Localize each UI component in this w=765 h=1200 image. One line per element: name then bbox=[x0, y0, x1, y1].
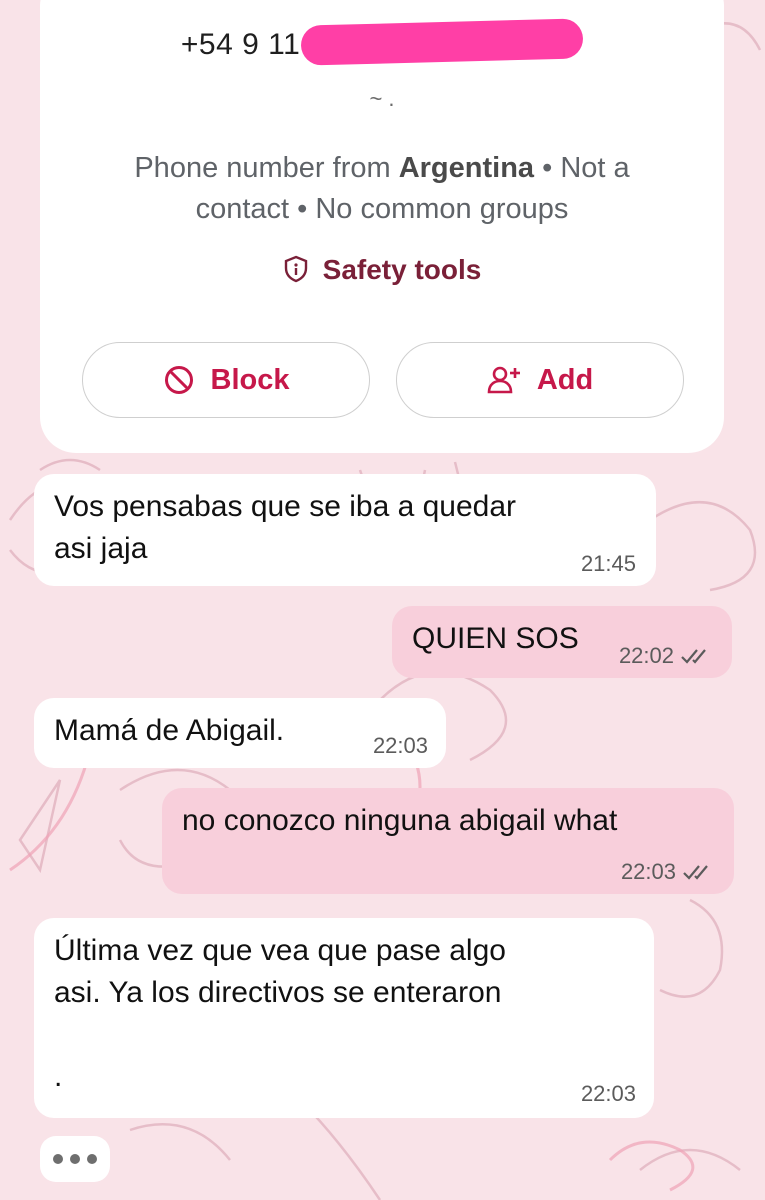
message-bubble-incoming[interactable]: Vos pensabas que se iba a quedar asi jaj… bbox=[34, 474, 656, 586]
country-name: Argentina bbox=[398, 152, 535, 184]
contact-info-text: Phone number from Argentina • Not a cont… bbox=[100, 148, 664, 230]
block-icon bbox=[164, 366, 193, 394]
add-contact-icon bbox=[487, 366, 520, 394]
double-check-icon bbox=[681, 649, 706, 664]
add-contact-button[interactable]: Add bbox=[396, 342, 684, 418]
contact-info-card: +54 9 11 ~ . Phone number from Argentina… bbox=[40, 0, 724, 453]
phone-number-text: +54 9 11 bbox=[180, 28, 301, 61]
message-bubble-outgoing[interactable]: QUIEN SOS 22:02 bbox=[392, 606, 732, 678]
redaction-mark bbox=[300, 18, 584, 66]
message-bubble-outgoing[interactable]: no conozco ninguna abigail what 22:03 bbox=[162, 788, 734, 894]
block-button[interactable]: Block bbox=[82, 342, 370, 418]
add-label: Add bbox=[536, 363, 594, 396]
message-meta: 22:03 bbox=[621, 860, 714, 884]
message-text: no conozco ninguna abigail what bbox=[182, 804, 618, 837]
info-prefix: Phone number from bbox=[134, 152, 399, 184]
shield-icon bbox=[284, 255, 307, 283]
safety-tools-link[interactable]: Safety tools bbox=[40, 254, 724, 286]
message-time: 21:45 bbox=[580, 551, 636, 576]
message-text: Última vez que vea que pase algo asi. Ya… bbox=[54, 934, 506, 1093]
message-text: QUIEN SOS bbox=[412, 622, 579, 655]
message-bubble-incoming[interactable]: Última vez que vea que pase algo asi. Ya… bbox=[34, 918, 654, 1118]
message-bubble-incoming[interactable]: Mamá de Abigail. 22:03 bbox=[34, 698, 446, 768]
message-time: 22:03 bbox=[620, 859, 676, 884]
message-text: Mamá de Abigail. bbox=[54, 714, 285, 747]
push-name: ~ . bbox=[369, 86, 395, 111]
phone-number: +54 9 11 bbox=[40, 18, 724, 66]
double-check-icon bbox=[683, 865, 708, 880]
typing-dots-icon bbox=[40, 1136, 110, 1182]
message-text: Vos pensabas que se iba a quedar asi jaj… bbox=[54, 490, 517, 565]
block-label: Block bbox=[210, 363, 290, 396]
message-time: 22:02 bbox=[618, 643, 674, 668]
message-time: 22:03 bbox=[580, 1081, 636, 1106]
message-time: 22:03 bbox=[372, 733, 428, 758]
safety-tools-label: Safety tools bbox=[322, 254, 482, 285]
message-meta: 22:02 bbox=[619, 644, 712, 668]
